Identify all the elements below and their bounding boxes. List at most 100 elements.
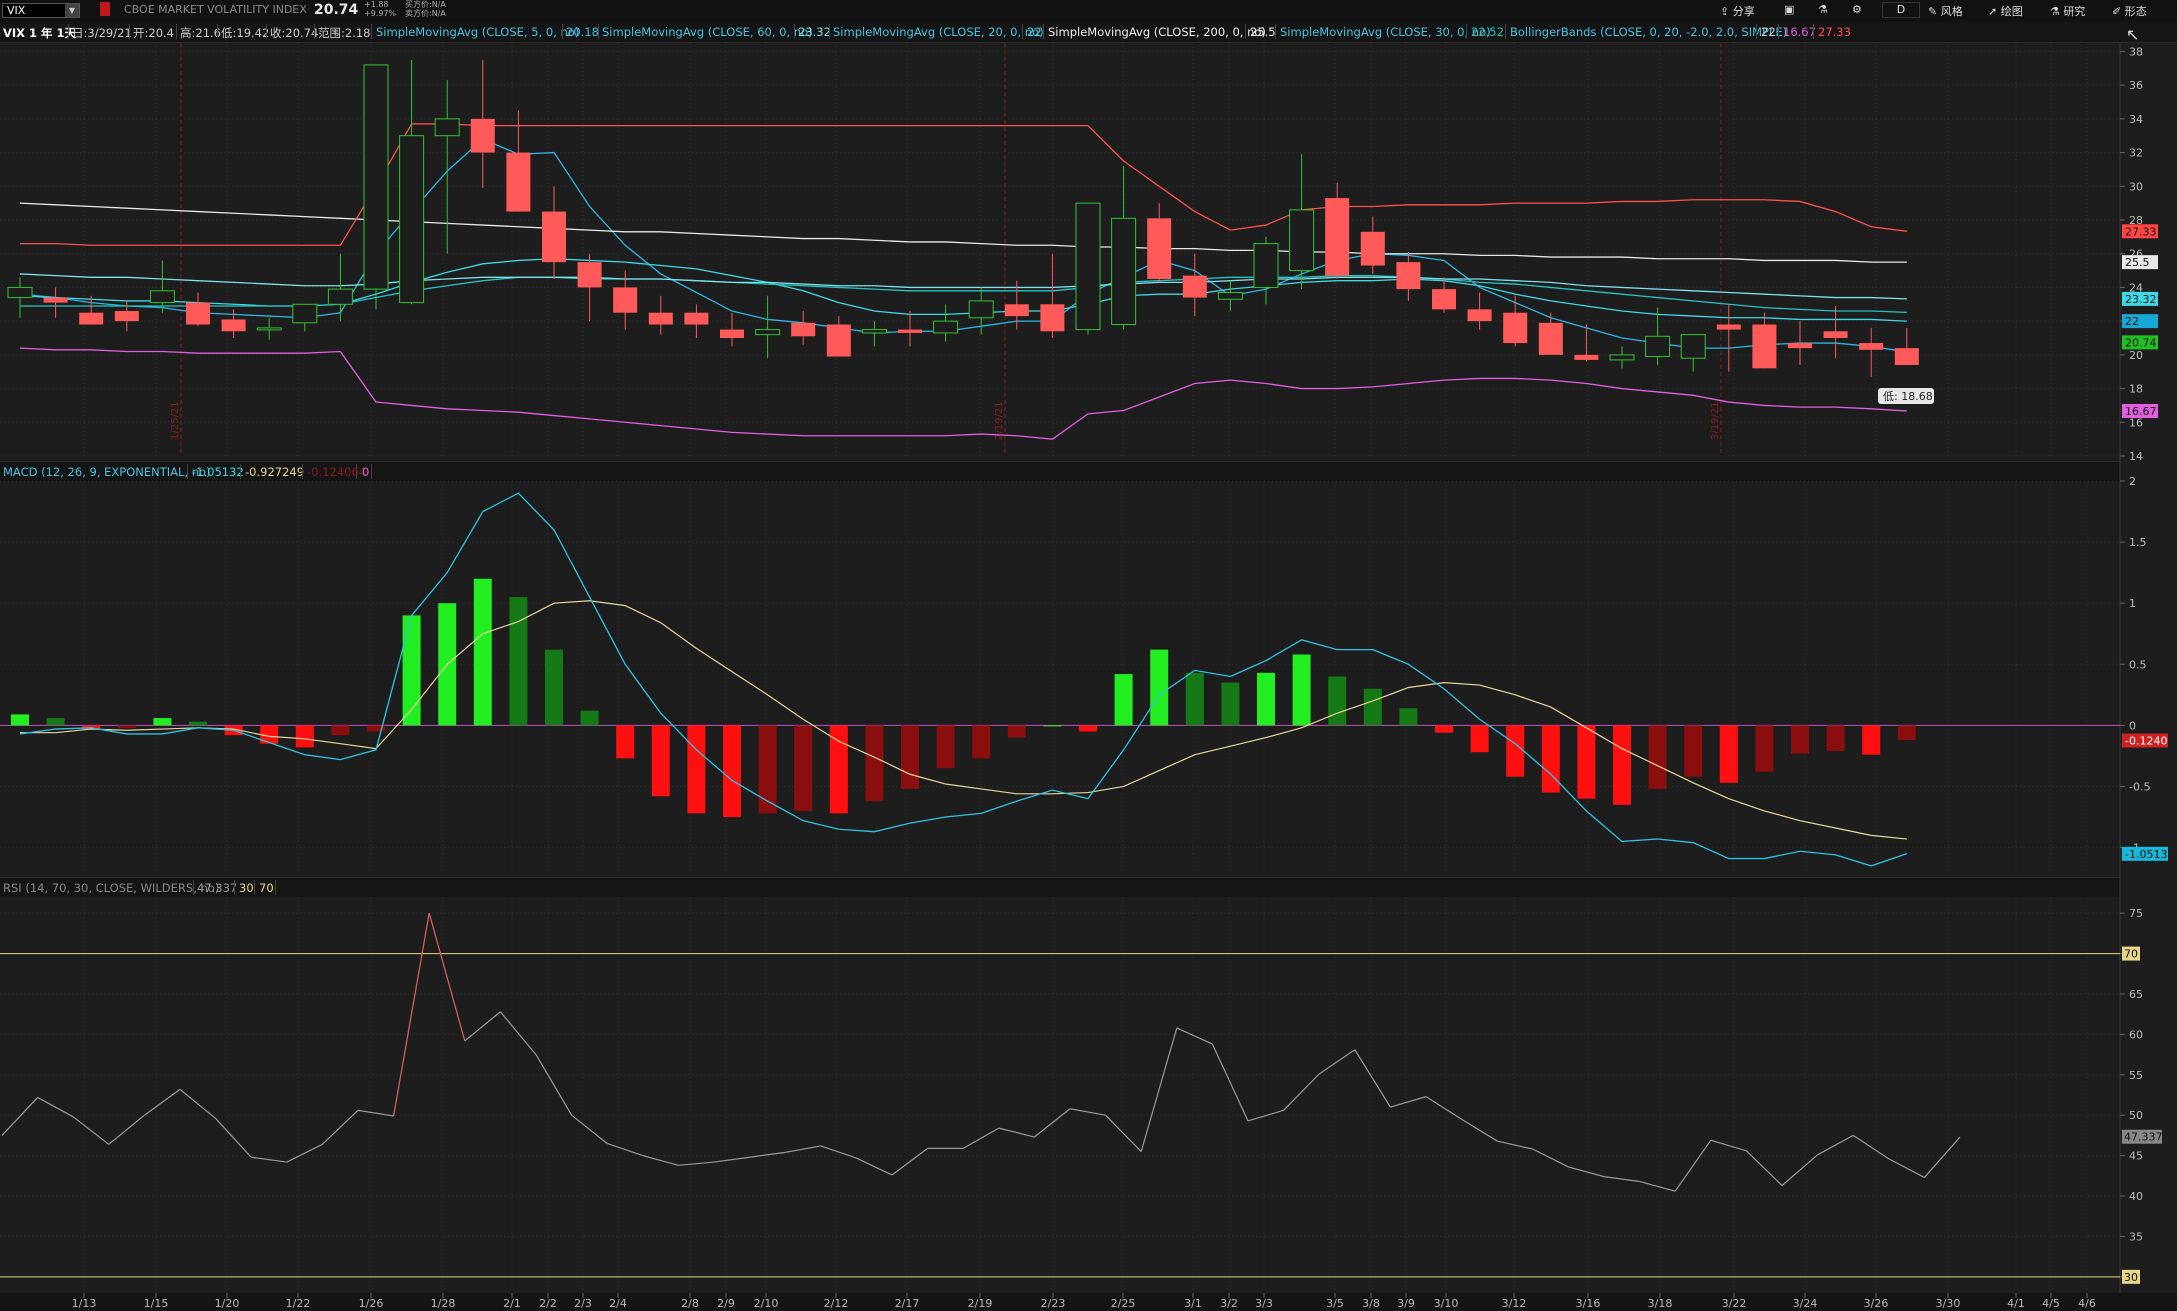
macd-histogram-bar (936, 725, 955, 769)
date-label: 3/24 (1793, 1297, 1818, 1310)
macd-histogram-bar (1363, 688, 1382, 726)
rsi-tick-label: 55 (2129, 1069, 2143, 1082)
candle-body-down (1004, 304, 1029, 317)
rsi-tick-label: 60 (2129, 1028, 2143, 1041)
candle-body-down (1182, 275, 1207, 298)
price-tick-label: 36 (2129, 79, 2143, 92)
chart-canvas[interactable]: 383634323028262422201816141/25/212/19/21… (0, 0, 2177, 1311)
date-label: 3/16 (1576, 1297, 1601, 1310)
candle-body-down (1503, 312, 1528, 344)
date-label: 3/8 (1362, 1297, 1380, 1310)
date-label: 3/9 (1397, 1297, 1415, 1310)
macd-histogram-bar (1826, 725, 1845, 752)
date-label: 3/2 (1220, 1297, 1238, 1310)
date-label: 3/30 (1936, 1297, 1961, 1310)
date-label: 4/5 (2042, 1297, 2060, 1310)
candle-body-up (363, 64, 389, 290)
candle-body-up (861, 329, 887, 334)
candle-body-up (1253, 243, 1279, 288)
candle-body-down (1396, 262, 1421, 290)
macd-histogram-bar (1613, 725, 1631, 805)
date-label: 2/2 (539, 1297, 557, 1310)
macd-histogram-bar (1399, 708, 1418, 726)
candle-body-up (968, 300, 994, 319)
rsi-tag-text: 47.337 (2124, 1131, 2163, 1144)
macd-histogram-bar (1755, 725, 1774, 772)
date-label: 1/20 (215, 1297, 240, 1310)
candle-body-down (79, 312, 104, 325)
date-label: 3/22 (1722, 1297, 1747, 1310)
low-bubble-text: 低: 18.68 (1883, 390, 1933, 403)
rsi-tick-label: 50 (2129, 1109, 2143, 1122)
candle-body-down (542, 211, 566, 263)
macd-histogram-bar (1506, 725, 1525, 777)
rsi-tick-label: 35 (2129, 1230, 2143, 1243)
date-label: 2/4 (609, 1297, 627, 1310)
rsi-tick-label: 45 (2129, 1150, 2143, 1163)
rsi-tick-label: 75 (2129, 907, 2143, 920)
candle-body-up (1217, 291, 1243, 300)
macd-histogram-bar (1897, 725, 1916, 741)
macd-histogram-bar (1221, 682, 1240, 726)
macd-tag-text: -1.0513 (2125, 848, 2167, 861)
candle-body-down (1360, 231, 1385, 266)
candle-body-down (791, 322, 816, 337)
macd-histogram-bar (1684, 725, 1703, 777)
date-label: 1/13 (72, 1297, 97, 1310)
price-tick-label: 34 (2129, 113, 2143, 126)
date-label: 4/1 (2007, 1297, 2025, 1310)
period-separator-label: 3/19/21 (1710, 401, 1721, 440)
candle-body-up (256, 327, 282, 331)
candle-body-down (114, 311, 139, 322)
candle-body-down (1147, 218, 1172, 279)
candle-body-up (1075, 202, 1101, 331)
price-tick-label: 14 (2129, 450, 2143, 463)
price-tag-text: 23.32 (2125, 293, 2157, 306)
price-tick-label: 32 (2129, 147, 2143, 160)
date-axis-bg (0, 1293, 2177, 1311)
date-label: 2/12 (824, 1297, 849, 1310)
macd-histogram-bar (687, 725, 706, 814)
macd-histogram-bar (117, 725, 136, 728)
price-tag-text: 20.74 (2125, 336, 2157, 349)
candle-body-up (1289, 209, 1315, 272)
macd-histogram-bar (153, 718, 172, 726)
macd-histogram-bar (1541, 725, 1560, 793)
macd-histogram-bar (1719, 725, 1738, 783)
date-label: 1/28 (431, 1297, 456, 1310)
price-tick-label: 18 (2129, 383, 2143, 396)
date-label: 2/9 (717, 1297, 735, 1310)
candle-body-down (898, 329, 922, 333)
rsi-panel-bg (0, 897, 2120, 1293)
candle-body-up (292, 303, 318, 324)
candle-body-down (1859, 343, 1884, 350)
candle-body-down (1894, 348, 1919, 365)
date-label: 3/5 (1326, 1297, 1344, 1310)
macd-histogram-bar (1862, 725, 1881, 755)
price-tick-label: 38 (2129, 45, 2143, 58)
candle-body-up (327, 288, 353, 305)
price-tag-text: 16.67 (2125, 405, 2157, 418)
date-label: 1/22 (286, 1297, 311, 1310)
rsi-tag-text: 30 (2124, 1271, 2138, 1284)
macd-histogram-bar (1648, 725, 1667, 789)
rsi-tick-label: 65 (2129, 988, 2143, 1001)
macd-histogram-bar (794, 725, 813, 811)
candle-body-down (1467, 309, 1492, 322)
macd-histogram-bar (1435, 725, 1453, 733)
macd-histogram-bar (295, 725, 314, 748)
candle-body-up (149, 290, 175, 304)
candle-body-down (1716, 324, 1741, 330)
period-separator-label: 1/25/21 (170, 401, 181, 440)
macd-histogram-bar (580, 710, 599, 726)
candle-body-down (43, 297, 68, 303)
price-tag-text: 27.33 (2125, 225, 2157, 238)
candle-body-down (577, 262, 602, 288)
candle-body-down (684, 312, 709, 325)
macd-tick-label: 0.5 (2129, 658, 2147, 671)
macd-panel-bg (0, 481, 2120, 876)
macd-histogram-bar (331, 725, 350, 736)
cursor-icon: ↖ (2126, 25, 2139, 44)
candle-body-down (1752, 324, 1777, 369)
macd-histogram-bar (758, 725, 777, 814)
